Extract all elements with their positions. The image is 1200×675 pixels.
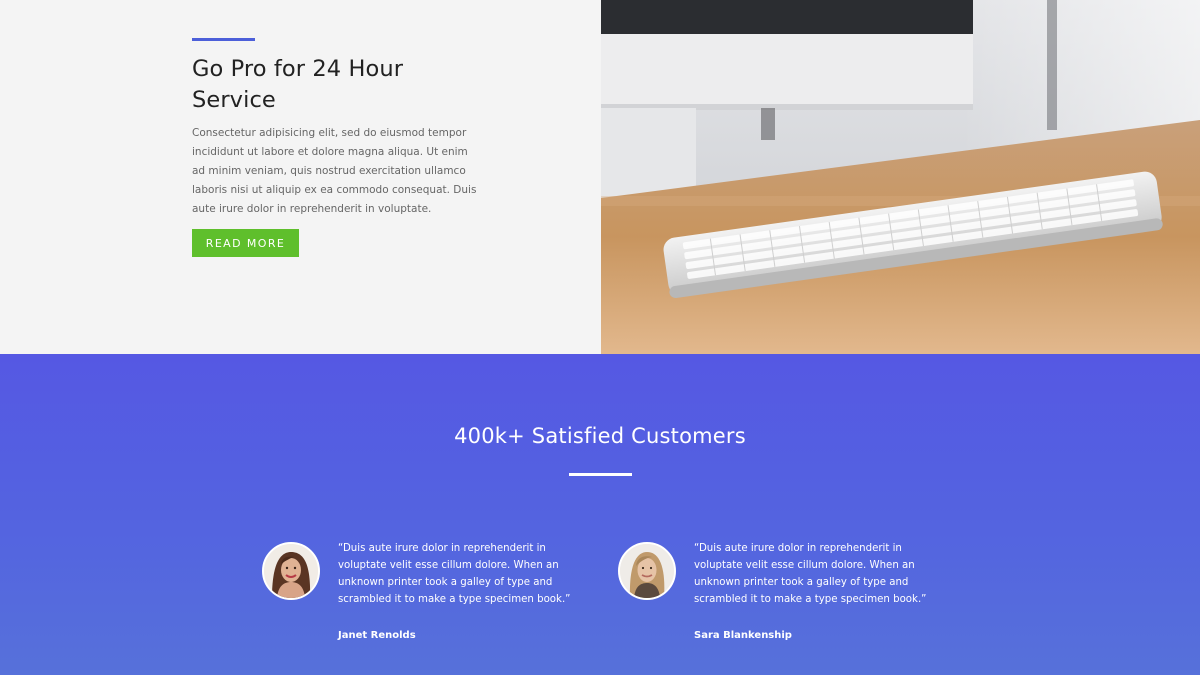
testimonial-card: “Duis aute irure dolor in reprehenderit …: [618, 540, 938, 650]
avatar: [618, 542, 676, 600]
promo-description: Consectetur adipisicing elit, sed do eiu…: [192, 127, 477, 215]
keyboard-desk-photo: [601, 0, 1200, 354]
testimonials-section: 400k+ Satisfied Customers “Duis aute iru…: [0, 354, 1200, 675]
title-accent-divider: [192, 38, 255, 41]
testimonial-quote: “Duis aute irure dolor in reprehenderit …: [338, 543, 571, 605]
promo-title: Go Pro for 24 Hour Service: [192, 56, 404, 113]
testimonial-card: “Duis aute irure dolor in reprehenderit …: [262, 540, 582, 650]
testimonial-quote: “Duis aute irure dolor in reprehenderit …: [694, 543, 927, 605]
avatar: [262, 542, 320, 600]
testimonial-author: Sara Blankenship: [694, 630, 792, 641]
testimonials-title: 400k+ Satisfied Customers: [454, 424, 746, 448]
feature-section: Go Pro for 24 Hour Service Consectetur a…: [0, 0, 1200, 354]
testimonial-author: Janet Renolds: [338, 630, 416, 641]
title-divider: [569, 473, 632, 476]
read-more-button[interactable]: READ MORE: [192, 229, 299, 257]
promo-panel: Go Pro for 24 Hour Service Consectetur a…: [0, 0, 601, 354]
